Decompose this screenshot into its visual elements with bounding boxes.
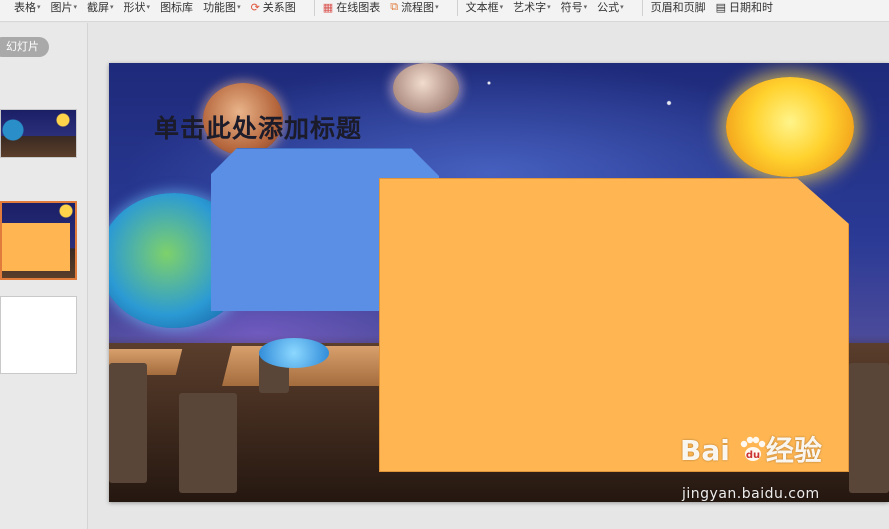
relation-chart-icon: ⟳ [250, 0, 260, 14]
slide-thumbnail-panel: 幻灯片 [0, 23, 88, 529]
chevron-down-icon: ▾ [73, 3, 78, 11]
slide-thumbnail-2[interactable] [0, 201, 77, 280]
header-footer-button[interactable]: 页眉和页脚 [651, 0, 706, 14]
chevron-down-icon: ▾ [237, 3, 241, 11]
relation-chart-button[interactable]: ⟳ 关系图 [250, 0, 296, 15]
screenshot-button[interactable]: 截屏 ▾ [87, 0, 114, 14]
chair [179, 393, 237, 493]
insert-toolbar: 表格 ▾ 图片 ▾ 截屏 ▾ 形状 ▾ 图标库 功能图 ▾ ⟳ 关系图 ▦ 在线图表 ⧉ 流程图… [0, 0, 889, 22]
chevron-down-icon: ▾ [435, 3, 439, 11]
sun-planet [726, 77, 854, 177]
picture-button[interactable]: 图片 ▾ [51, 0, 78, 14]
online-chart-button[interactable]: ▦ 在线图表 [322, 0, 380, 15]
slides-tab[interactable]: 幻灯片 [0, 37, 49, 57]
calendar-icon: ▤ [715, 0, 727, 14]
toolbar-divider [456, 0, 458, 16]
chevron-down-icon: ▾ [146, 3, 151, 11]
chevron-down-icon: ▾ [499, 3, 504, 11]
blue-planet [259, 338, 329, 368]
watermark-url: jingyan.baidu.com [682, 486, 820, 502]
icon-library-button[interactable]: 图标库 [160, 0, 193, 14]
baidu-jingyan-watermark: Bai 经验 du jingyan.baidu.com [680, 436, 860, 510]
paw-icon: du [740, 436, 766, 461]
slide-thumbnail-1[interactable] [0, 109, 77, 158]
slide-thumbnail-3[interactable] [0, 296, 77, 374]
watermark-logo: Bai 经验 [680, 434, 822, 467]
textbox-button[interactable]: 文本框 ▾ [466, 0, 504, 14]
presentation-editor: 表格 ▾ 图片 ▾ 截屏 ▾ 形状 ▾ 图标库 功能图 ▾ ⟳ 关系图 ▦ 在线图表 ⧉ 流程图… [0, 0, 889, 529]
toolbar-divider [313, 0, 315, 16]
moon-planet [393, 63, 459, 113]
flowchart-icon: ⧉ [390, 0, 399, 13]
function-chart-button[interactable]: 功能图 ▾ [203, 0, 241, 14]
chevron-down-icon: ▾ [37, 3, 41, 11]
svg-text:du: du [746, 450, 760, 461]
chevron-down-icon: ▾ [110, 3, 114, 11]
date-time-button[interactable]: ▤ 日期和时 [715, 0, 773, 15]
wordart-button[interactable]: 艺术字 ▾ [513, 0, 551, 14]
formula-button[interactable]: 公式 ▾ [597, 0, 624, 14]
chart-icon: ▦ [322, 0, 334, 14]
chevron-down-icon: ▾ [547, 3, 551, 11]
shapes-button[interactable]: 形状 ▾ [124, 0, 151, 14]
orange-snipped-rectangle-shape[interactable] [379, 178, 849, 472]
flowchart-button[interactable]: ⧉ 流程图 ▾ [390, 0, 438, 14]
table-button[interactable]: 表格 ▾ [14, 0, 41, 14]
thumbnail-orange-shape [2, 223, 70, 271]
chair [109, 363, 147, 483]
chevron-down-icon: ▾ [620, 3, 624, 11]
chevron-down-icon: ▾ [583, 3, 588, 11]
slide-title-placeholder[interactable]: 单击此处添加标题 [154, 109, 362, 145]
toolbar-divider [641, 0, 643, 16]
symbol-button[interactable]: 符号 ▾ [561, 0, 588, 14]
